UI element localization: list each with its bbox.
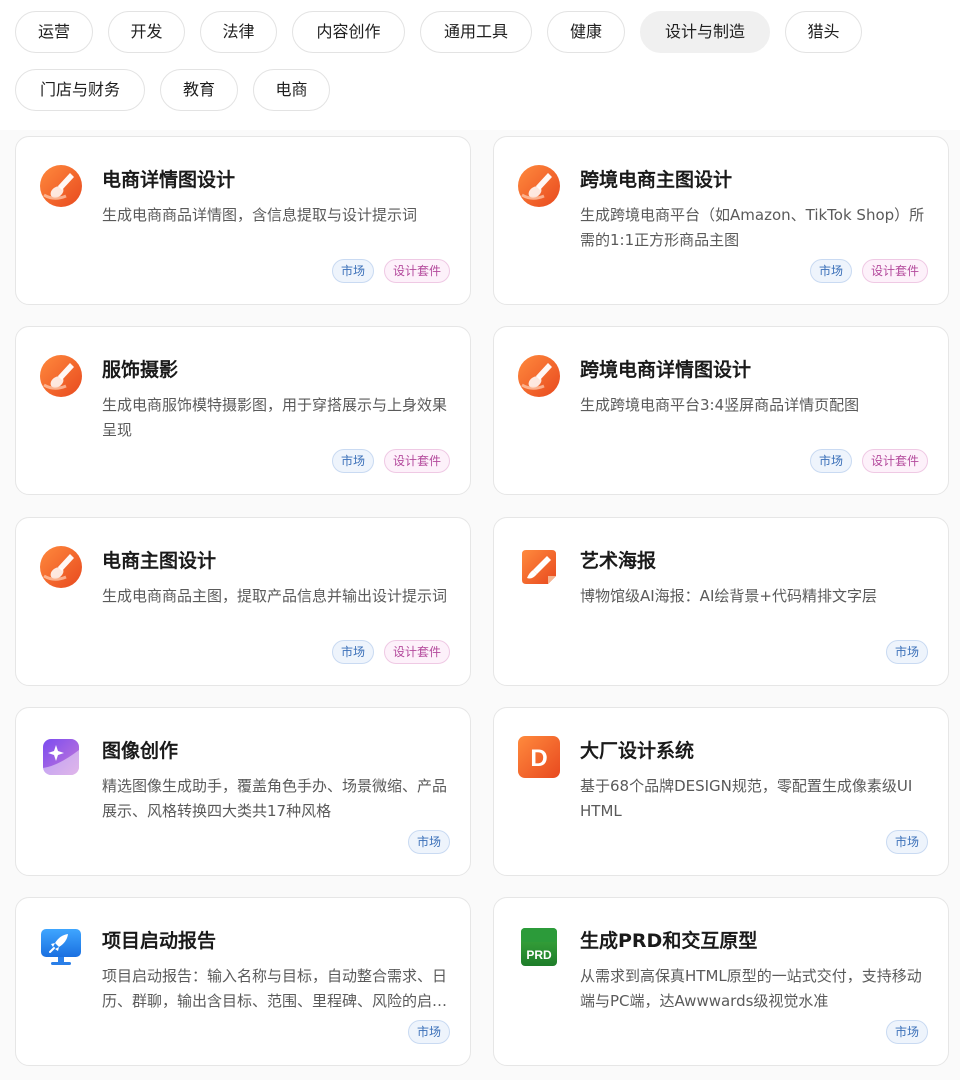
- card-description: 从需求到高保真HTML原型的一站式交付，支持移动端与PC端，达Awwwards级…: [580, 967, 922, 1010]
- art-brush-icon: [518, 546, 560, 588]
- design-kit-tag: 设计套件: [861, 449, 928, 473]
- skill-card[interactable]: 电商详情图设计生成电商商品详情图，含信息提取与设计提示词市场 设计套件: [15, 136, 471, 305]
- paint-brush-orange-icon: [40, 546, 82, 588]
- market-tag: 市场: [331, 449, 374, 473]
- category-chip-mendian[interactable]: 门店与财务: [15, 69, 145, 111]
- skill-card[interactable]: 艺术海报博物馆级AI海报：AI绘背景+代码精排文字层市场: [493, 517, 949, 686]
- card-description: 生成电商商品主图，提取产品信息并输出设计提示词: [102, 587, 448, 605]
- card-tags: 市场 设计套件: [809, 259, 928, 283]
- market-tag: 市场: [331, 259, 374, 283]
- design-kit-tag: 设计套件: [383, 449, 450, 473]
- card-tags: 市场: [885, 830, 928, 854]
- category-chip-tongyong[interactable]: 通用工具: [420, 11, 532, 53]
- card-title: 大厂设计系统: [580, 740, 695, 762]
- rocket-monitor-icon: [40, 926, 82, 968]
- card-description: 生成跨境电商平台（如Amazon、TikTok Shop）所需的1:1正方形商品…: [580, 206, 925, 249]
- design-kit-tag: 设计套件: [861, 259, 928, 283]
- category-chip-kaifa[interactable]: 开发: [108, 11, 185, 53]
- svg-text:PRD: PRD: [526, 948, 552, 962]
- card-description: 生成电商商品详情图，含信息提取与设计提示词: [102, 206, 418, 224]
- paint-brush-orange-icon: [518, 165, 560, 207]
- card-tags: 市场: [407, 830, 450, 854]
- card-title: 图像创作: [102, 740, 179, 762]
- letter-d-icon: D: [518, 736, 560, 778]
- skill-card[interactable]: 项目启动报告项目启动报告：输入名称与目标，自动整合需求、日历、群聊，输出含目标、…: [15, 897, 471, 1066]
- card-description: 项目启动报告：输入名称与目标，自动整合需求、日历、群聊，输出含目标、范围、里程碑…: [102, 967, 448, 1010]
- category-chip-sheji[interactable]: 设计与制造: [640, 11, 770, 53]
- card-description: 基于68个品牌DESIGN规范，零配置生成像素级UI HTML: [580, 777, 913, 820]
- market-tag: 市场: [809, 449, 852, 473]
- paint-brush-orange-icon: [518, 355, 560, 397]
- prd-icon: PRD: [518, 926, 560, 968]
- card-description: 生成电商服饰模特摄影图，用于穿搭展示与上身效果呈现: [102, 396, 448, 439]
- category-chip-jiankang[interactable]: 健康: [547, 11, 625, 53]
- card-description: 生成跨境电商平台3:4竖屏商品详情页配图: [580, 396, 860, 414]
- category-chip-lietou[interactable]: 猎头: [785, 11, 862, 53]
- category-chip-dianshang[interactable]: 电商: [253, 69, 330, 111]
- card-title: 艺术海报: [580, 550, 657, 572]
- market-tag: 市场: [331, 640, 374, 664]
- skill-card[interactable]: 图像创作精选图像生成助手，覆盖角色手办、场景微缩、产品展示、风格转换四大类共17…: [15, 707, 471, 876]
- skill-card[interactable]: PRD 生成PRD和交互原型从需求到高保真HTML原型的一站式交付，支持移动端与P…: [493, 897, 949, 1066]
- card-tags: 市场 设计套件: [809, 449, 928, 473]
- paint-brush-orange-icon: [40, 355, 82, 397]
- card-tags: 市场: [885, 1020, 928, 1044]
- card-title: 电商详情图设计: [102, 169, 236, 191]
- category-filter-bar: 运营 开发 法律 内容创作 通用工具 健康 设计与制造 猎头 门店与财务 教育 …: [0, 0, 960, 130]
- card-tags: 市场 设计套件: [331, 449, 450, 473]
- card-title: 生成PRD和交互原型: [580, 930, 758, 952]
- card-title: 项目启动报告: [102, 930, 217, 952]
- card-description: 精选图像生成助手，覆盖角色手办、场景微缩、产品展示、风格转换四大类共17种风格: [102, 777, 448, 820]
- card-tags: 市场 设计套件: [331, 640, 450, 664]
- design-kit-tag: 设计套件: [383, 640, 450, 664]
- market-tag: 市场: [809, 259, 852, 283]
- svg-text:D: D: [530, 745, 547, 772]
- card-title: 服饰摄影: [102, 359, 179, 381]
- paint-brush-orange-icon: [40, 165, 82, 207]
- category-chip-yunying[interactable]: 运营: [15, 11, 93, 53]
- market-tag: 市场: [407, 830, 450, 854]
- category-chip-falv[interactable]: 法律: [200, 11, 277, 53]
- skill-card[interactable]: 电商主图设计生成电商商品主图，提取产品信息并输出设计提示词市场 设计套件: [15, 517, 471, 686]
- design-kit-tag: 设计套件: [383, 259, 450, 283]
- card-tags: 市场 设计套件: [331, 259, 450, 283]
- card-title: 跨境电商详情图设计: [580, 359, 752, 381]
- market-tag: 市场: [407, 1020, 450, 1044]
- market-tag: 市场: [885, 830, 928, 854]
- skill-card[interactable]: 服饰摄影生成电商服饰模特摄影图，用于穿搭展示与上身效果呈现市场 设计套件: [15, 326, 471, 495]
- card-tags: 市场: [885, 640, 928, 664]
- card-tags: 市场: [407, 1020, 450, 1044]
- skill-card[interactable]: 跨境电商详情图设计生成跨境电商平台3:4竖屏商品详情页配图市场 设计套件: [493, 326, 949, 495]
- image-sparkle-icon: [40, 736, 82, 778]
- skill-card[interactable]: D 大厂设计系统基于68个品牌DESIGN规范，零配置生成像素级UI HTML 市场: [493, 707, 949, 876]
- card-title: 跨境电商主图设计: [580, 169, 733, 191]
- card-description: 博物馆级AI海报：AI绘背景+代码精排文字层: [580, 587, 877, 605]
- card-title: 电商主图设计: [102, 550, 217, 572]
- market-tag: 市场: [885, 1020, 928, 1044]
- category-chip-jiaoyu[interactable]: 教育: [160, 69, 238, 111]
- market-tag: 市场: [885, 640, 928, 664]
- category-chip-neirong[interactable]: 内容创作: [292, 11, 405, 53]
- skill-card[interactable]: 跨境电商主图设计生成跨境电商平台（如Amazon、TikTok Shop）所需的…: [493, 136, 949, 305]
